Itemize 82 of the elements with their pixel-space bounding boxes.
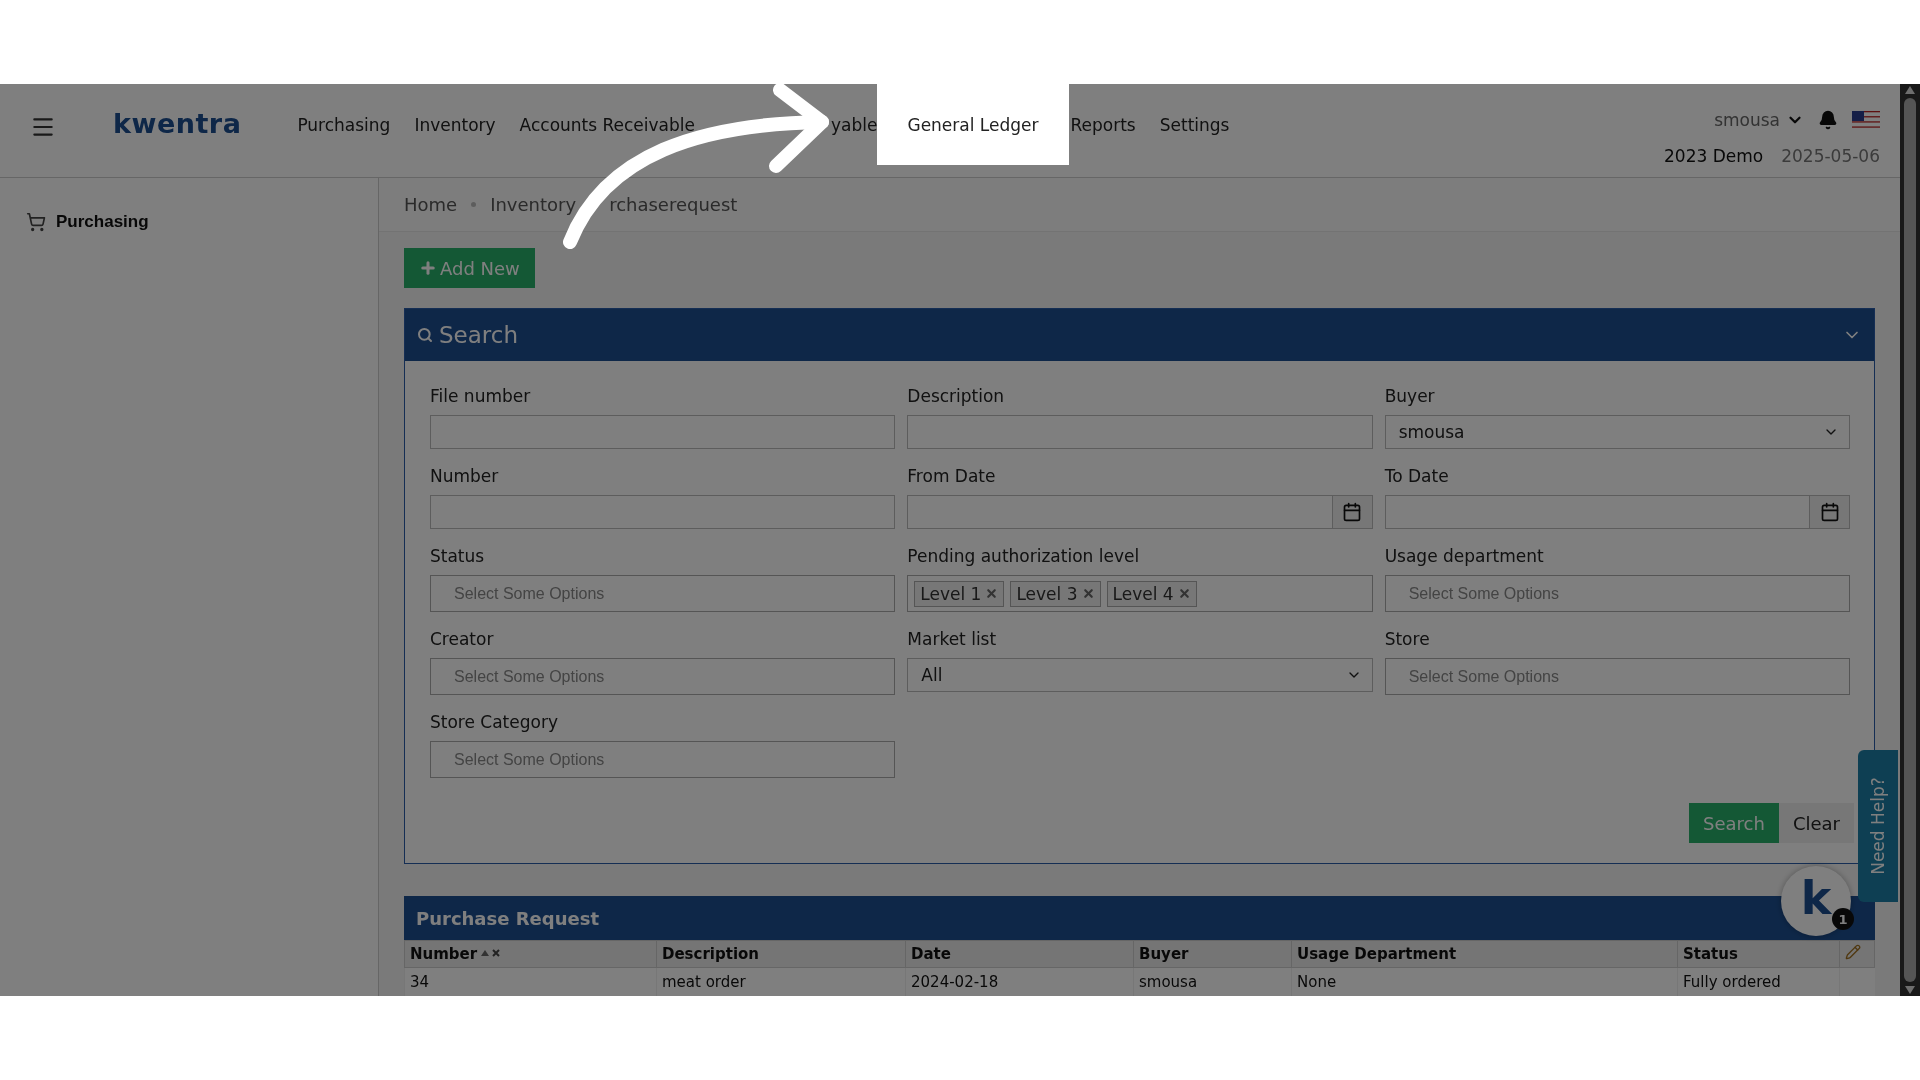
- plus-icon: [419, 259, 437, 277]
- scroll-down-icon[interactable]: [1905, 986, 1915, 994]
- column-header[interactable]: Buyer: [1133, 940, 1292, 968]
- search-button[interactable]: Search: [1689, 803, 1779, 843]
- multi-select-field[interactable]: Level 1 Level 3 Level 4: [907, 575, 1373, 612]
- field-label: Usage department: [1384, 546, 1545, 566]
- field-label: Store: [1384, 629, 1431, 649]
- breadcrumb-link[interactable]: rchaserequest: [609, 194, 738, 215]
- calendar-icon: [1819, 502, 1840, 522]
- field-label: Buyer: [1384, 386, 1436, 406]
- text-field[interactable]: [907, 415, 1373, 449]
- add-new-button[interactable]: Add New: [404, 248, 535, 288]
- field-label: Description: [907, 386, 1006, 406]
- remove-icon[interactable]: [1081, 587, 1095, 600]
- date-text: 2025-05-06: [1781, 146, 1880, 166]
- multi-select-field[interactable]: Select Some Options: [430, 575, 896, 612]
- select-field[interactable]: All: [907, 658, 1373, 692]
- field-label: Creator: [430, 629, 495, 649]
- nav-item[interactable]: General Ledger: [877, 84, 1069, 165]
- calendar-button[interactable]: [1331, 496, 1372, 528]
- scroll-up-icon[interactable]: [1905, 86, 1915, 94]
- bell-icon[interactable]: [1818, 110, 1838, 130]
- placeholder: Select Some Options: [453, 667, 605, 686]
- multi-select-field[interactable]: Select Some Options: [430, 658, 896, 695]
- pencil-icon[interactable]: [1845, 944, 1861, 960]
- scrollbar[interactable]: [1900, 84, 1920, 996]
- table-cell: Fully ordered: [1677, 967, 1840, 996]
- multi-select-field[interactable]: Select Some Options: [1384, 575, 1850, 612]
- sidebar-item[interactable]: Purchasing: [26, 212, 378, 232]
- breadcrumb-link[interactable]: Home: [404, 194, 458, 215]
- field-label: Market list: [907, 629, 998, 649]
- multi-select-field[interactable]: Select Some Options: [430, 741, 896, 778]
- date-field[interactable]: [1384, 495, 1850, 529]
- select-field[interactable]: smousa: [1384, 415, 1850, 449]
- placeholder: Select Some Options: [453, 584, 605, 603]
- nav-item[interactable]: Settings: [1147, 84, 1242, 165]
- option-tag[interactable]: Level 1: [914, 580, 1005, 607]
- field-label: Number: [430, 466, 500, 486]
- remove-icon[interactable]: [985, 587, 999, 600]
- placeholder: Select Some Options: [1407, 667, 1559, 686]
- column-header[interactable]: Status: [1677, 940, 1840, 968]
- calendar-icon: [1342, 502, 1363, 522]
- field-label: File number: [430, 386, 532, 406]
- column-header[interactable]: Usage Department: [1291, 940, 1678, 968]
- user-menu[interactable]: smousa: [1714, 110, 1804, 130]
- table-cell: smousa: [1133, 967, 1292, 996]
- column-header[interactable]: Date: [905, 940, 1134, 968]
- column-header[interactable]: Description: [656, 940, 906, 968]
- option-tag[interactable]: Level 3: [1010, 580, 1101, 607]
- table-cell: meat order: [656, 967, 906, 996]
- field-label: Status: [430, 546, 486, 566]
- search-panel-header[interactable]: Search: [405, 309, 1874, 361]
- breadcrumb-link[interactable]: Inventory: [490, 194, 577, 215]
- option-tag[interactable]: Level 4: [1106, 580, 1197, 607]
- search-icon: [417, 327, 433, 343]
- field-label: Pending authorization level: [907, 546, 1141, 566]
- text-field[interactable]: [430, 495, 896, 529]
- flag-icon[interactable]: [1852, 111, 1880, 129]
- nav-item[interactable]: Inventory: [402, 84, 508, 165]
- nav-item[interactable]: Reports: [1068, 84, 1148, 165]
- placeholder: Select Some Options: [453, 750, 605, 769]
- field-label: To Date: [1384, 466, 1450, 486]
- logo: kwentra: [113, 108, 242, 139]
- clear-button[interactable]: Clear: [1778, 803, 1854, 843]
- calendar-button[interactable]: [1809, 496, 1849, 528]
- table-cell: 34: [404, 967, 657, 996]
- cart-icon: [26, 212, 46, 232]
- field-label: Store Category: [430, 712, 559, 732]
- date-field[interactable]: [907, 495, 1373, 529]
- nav-item[interactable]: Accounts Receivable: [507, 84, 707, 165]
- text-field[interactable]: [430, 415, 896, 449]
- column-header[interactable]: Number: [404, 940, 657, 968]
- placeholder: Select Some Options: [1407, 584, 1559, 603]
- multi-select-field[interactable]: Select Some Options: [1384, 658, 1850, 695]
- nav-item[interactable]: Purchasing: [285, 84, 403, 165]
- help-tab[interactable]: Need Help?: [1858, 750, 1898, 902]
- field-label: From Date: [907, 466, 997, 486]
- table-cell: 2024-02-18: [905, 967, 1134, 996]
- nav-item[interactable]: yable: [819, 84, 878, 165]
- table-cell: None: [1291, 967, 1678, 996]
- remove-icon[interactable]: [1177, 587, 1191, 600]
- company-name: 2023 Demo: [1664, 146, 1764, 166]
